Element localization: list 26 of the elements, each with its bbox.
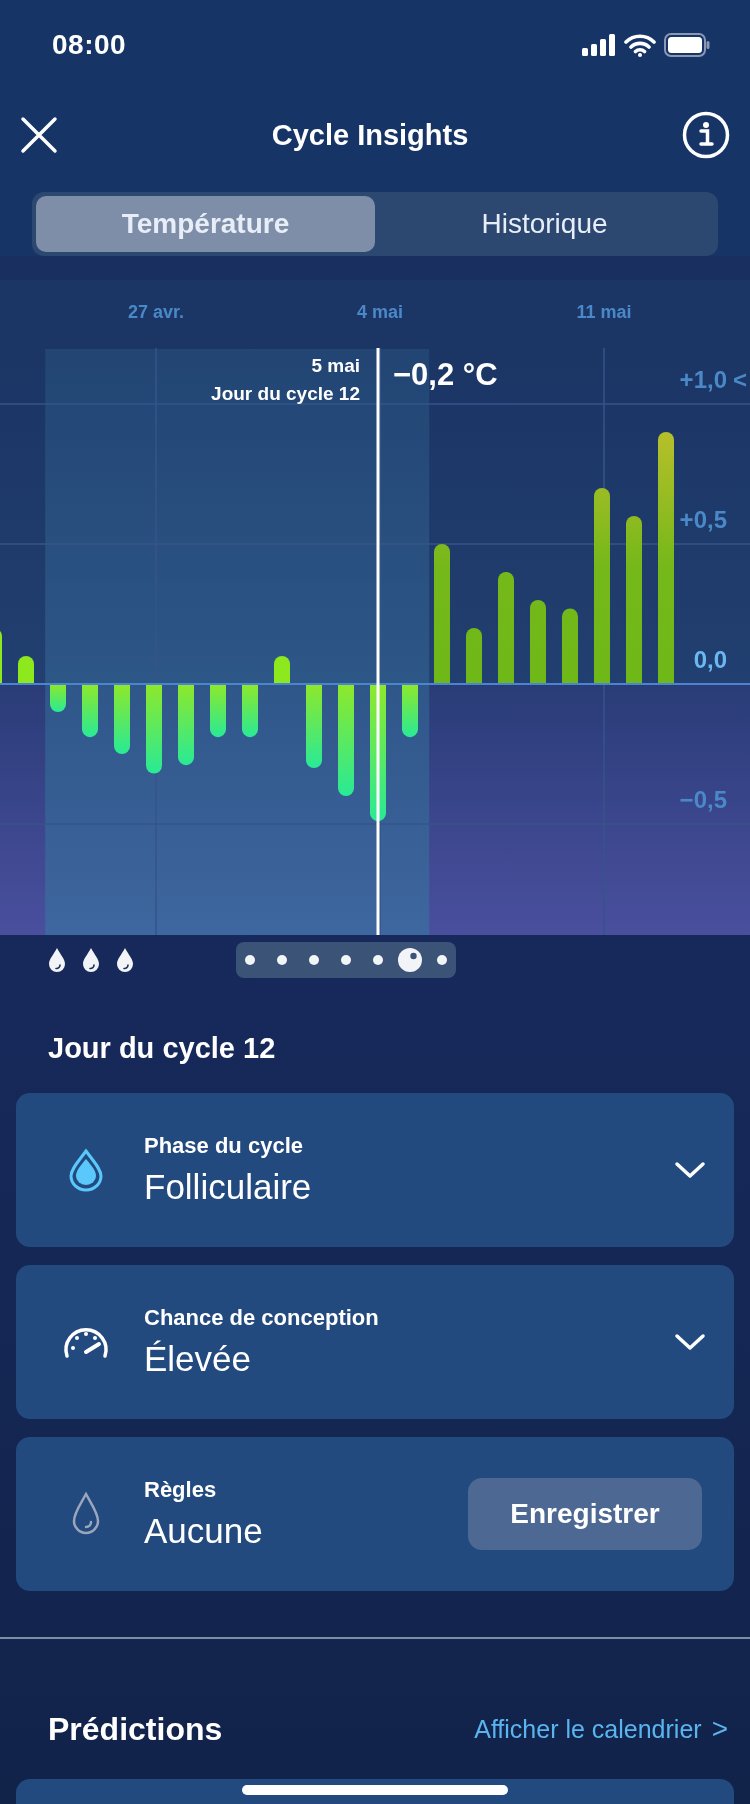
record-button[interactable]: Enregistrer [468, 1478, 702, 1550]
axis-label: 4 mai [357, 302, 403, 322]
axis-label: 11 mai [576, 302, 632, 322]
info-card[interactable]: Phase du cycle Folliculaire [16, 1093, 734, 1247]
tooltip-value: −0,2 °C [393, 357, 498, 392]
card-label: Chance de conception [144, 1305, 380, 1331]
tooltip-cycle-day: Jour du cycle 12 [211, 383, 360, 404]
screen-title: Cycle Insights [271, 118, 469, 152]
info-card[interactable]: Chance de conception Élevée [16, 1265, 734, 1419]
tab[interactable]: Historique [375, 196, 714, 252]
card-label: Règles [144, 1477, 218, 1503]
axis-label: +0,5 [679, 506, 727, 533]
chevron-icon[interactable]: > [711, 1713, 728, 1745]
section-title: Prédictions [48, 1710, 223, 1748]
axis-label: +1,0 [679, 366, 727, 393]
card-value: Folliculaire [144, 1167, 313, 1207]
card-value: Aucune [144, 1511, 264, 1551]
calendar-link[interactable]: Afficher le calendrier [474, 1714, 702, 1744]
card-label: Phase du cycle [144, 1133, 304, 1159]
status-time: 08:00 [52, 29, 127, 61]
axis-label: −0,5 [679, 786, 727, 813]
tooltip-date: 5 mai [311, 355, 360, 376]
axis-label: 0,0 [693, 646, 727, 673]
card-value: Élevée [144, 1339, 253, 1379]
section-title: Jour du cycle 12 [48, 1031, 277, 1066]
axis-label: 27 avr. [127, 302, 185, 322]
